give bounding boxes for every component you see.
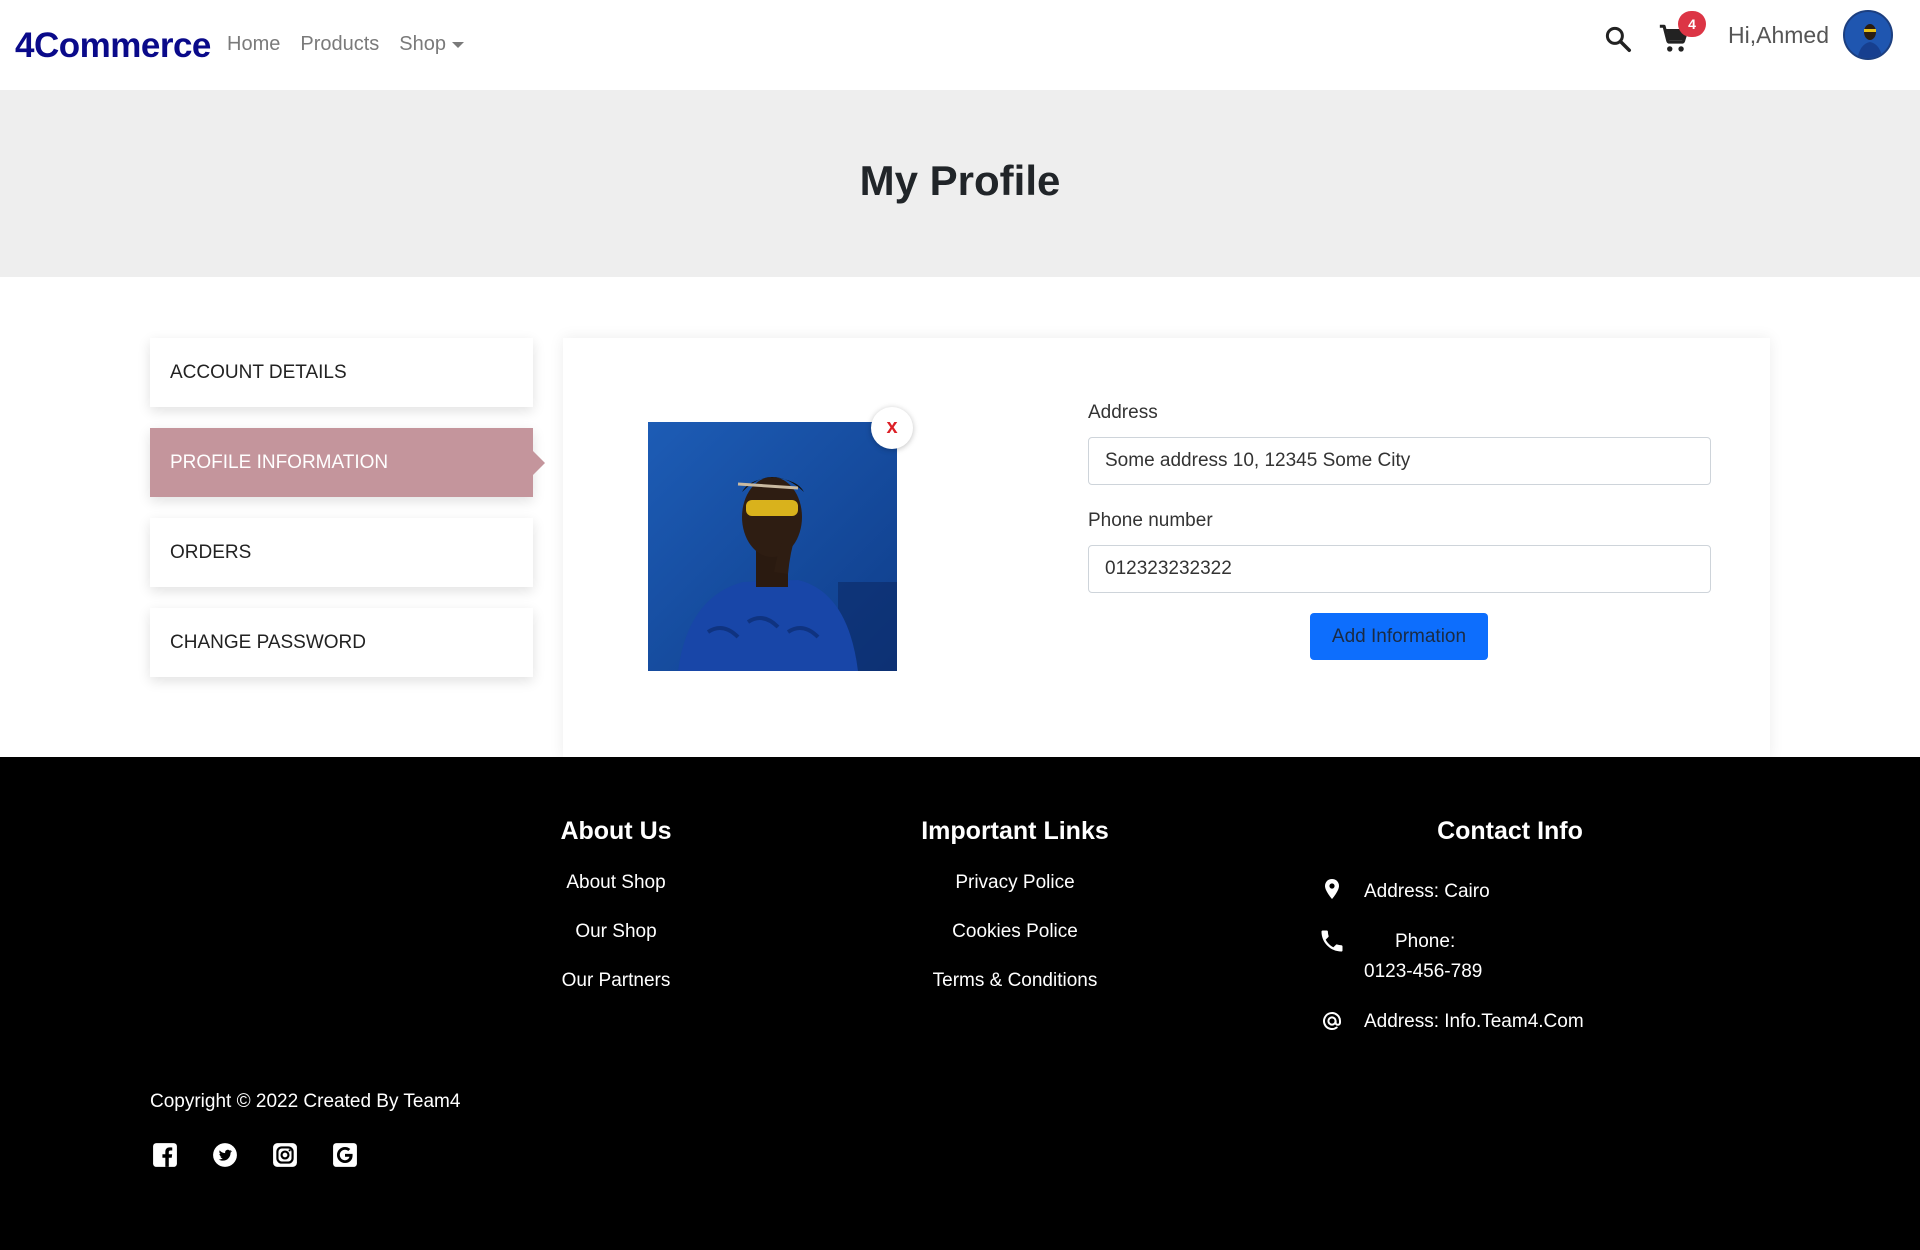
facebook-icon[interactable] (152, 1142, 178, 1168)
phone-input[interactable] (1088, 545, 1711, 593)
footer-link-terms[interactable]: Terms & Conditions (910, 970, 1120, 992)
avatar-image (1845, 12, 1891, 58)
profile-photo (648, 422, 897, 671)
page-title: My Profile (859, 157, 1061, 204)
search-icon[interactable] (1603, 24, 1633, 54)
contact-address: Address: Cairo (1364, 881, 1490, 902)
google-icon[interactable] (332, 1142, 358, 1168)
footer-about-column: About Us About Shop Our Shop Our Partner… (550, 817, 682, 1019)
remove-photo-button[interactable]: x (871, 407, 913, 449)
footer-about-title: About Us (560, 817, 672, 845)
location-pin-icon (1325, 879, 1339, 899)
sidebar-item-change-password[interactable]: CHANGE PASSWORD (150, 608, 533, 677)
at-sign-icon (1323, 1012, 1341, 1031)
user-avatar[interactable] (1843, 10, 1893, 60)
instagram-icon[interactable] (272, 1142, 298, 1168)
nav-link-shop-label: Shop (399, 33, 447, 55)
nav-links: Home Products Shop (227, 33, 465, 56)
footer-links-title: Important Links (921, 817, 1109, 845)
brand-logo[interactable]: 4Commerce (15, 26, 211, 66)
footer-links-column: Important Links Privacy Police Cookies P… (910, 817, 1120, 1019)
top-navbar: 4Commerce Home Products Shop 4 Hi,Ahmed (0, 0, 1920, 90)
copyright-text: Copyright © 2022 Created By Team4 (150, 1091, 461, 1112)
footer-link-privacy[interactable]: Privacy Police (910, 872, 1120, 894)
phone-icon (1321, 930, 1343, 952)
address-input[interactable] (1088, 437, 1711, 485)
footer-link-our-shop[interactable]: Our Shop (550, 921, 682, 943)
footer: About Us About Shop Our Shop Our Partner… (0, 757, 1920, 1250)
page-header: My Profile (0, 90, 1920, 277)
sidebar-item-profile-information[interactable]: PROFILE INFORMATION (150, 428, 545, 497)
profile-photo-image (648, 422, 897, 671)
contact-phone-label: Phone: (1395, 931, 1456, 952)
user-greeting[interactable]: Hi,Ahmed (1728, 22, 1829, 49)
nav-link-products[interactable]: Products (300, 33, 379, 56)
footer-contact-title: Contact Info (1437, 817, 1583, 845)
cart-count-badge: 4 (1678, 11, 1706, 37)
phone-label: Phone number (1088, 510, 1213, 531)
footer-contact-column: Contact Info (1420, 817, 1600, 872)
nav-link-home[interactable]: Home (227, 33, 280, 56)
contact-email: Address: Info.Team4.Com (1364, 1011, 1584, 1032)
caret-down-icon (452, 41, 465, 48)
nav-dropdown-shop[interactable]: Shop (399, 33, 465, 56)
footer-link-about-shop[interactable]: About Shop (550, 872, 682, 894)
address-label: Address (1088, 402, 1158, 423)
footer-link-cookies[interactable]: Cookies Police (910, 921, 1120, 943)
add-information-button[interactable]: Add Information (1310, 613, 1488, 660)
contact-phone-number: 0123-456-789 (1364, 961, 1483, 982)
sidebar-item-account-details[interactable]: ACCOUNT DETAILS (150, 338, 533, 407)
twitter-icon[interactable] (212, 1142, 238, 1168)
footer-link-our-partners[interactable]: Our Partners (550, 970, 682, 992)
sidebar-item-orders[interactable]: ORDERS (150, 518, 533, 587)
